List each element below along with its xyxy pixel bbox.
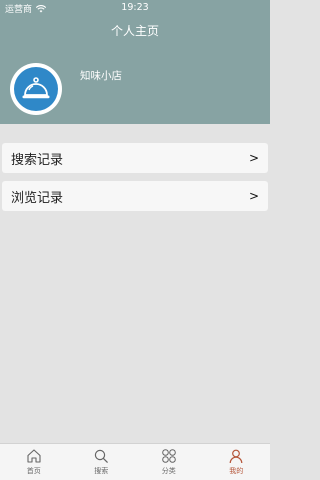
status-bar: 运营商 19:23: [0, 0, 270, 16]
tab-label: 分类: [161, 467, 176, 475]
menu-item-label: 浏览记录: [11, 190, 64, 206]
profile-header: 个人主页 知味小店: [0, 16, 270, 124]
tab-label: 我的: [229, 467, 244, 475]
search-icon: [95, 449, 109, 463]
category-icon: [161, 449, 176, 463]
tab-label: 首页: [26, 467, 41, 475]
menu-item-browse-history[interactable]: 浏览记录 >: [2, 181, 268, 211]
tab-label: 搜索: [94, 467, 109, 475]
shop-name: 知味小店: [80, 70, 122, 82]
status-time: 19:23: [121, 2, 149, 13]
menu-item-label: 搜索记录: [11, 152, 64, 168]
chevron-right-icon: >: [248, 189, 259, 203]
avatar-circle: [14, 67, 58, 111]
chevron-right-icon: >: [248, 151, 259, 165]
profile-icon: [229, 449, 243, 464]
menu-item-search-history[interactable]: 搜索记录 >: [2, 143, 268, 173]
page-title: 个人主页: [110, 24, 159, 38]
avatar[interactable]: [10, 63, 62, 115]
tab-category[interactable]: 分类: [135, 444, 203, 480]
tab-home[interactable]: 首页: [0, 444, 68, 480]
home-icon: [27, 449, 41, 463]
tab-bar: 首页 搜索 分类 我的: [0, 443, 270, 480]
tab-profile[interactable]: 我的: [203, 444, 271, 480]
tab-search[interactable]: 搜索: [68, 444, 136, 480]
cloche-icon: [22, 77, 50, 99]
